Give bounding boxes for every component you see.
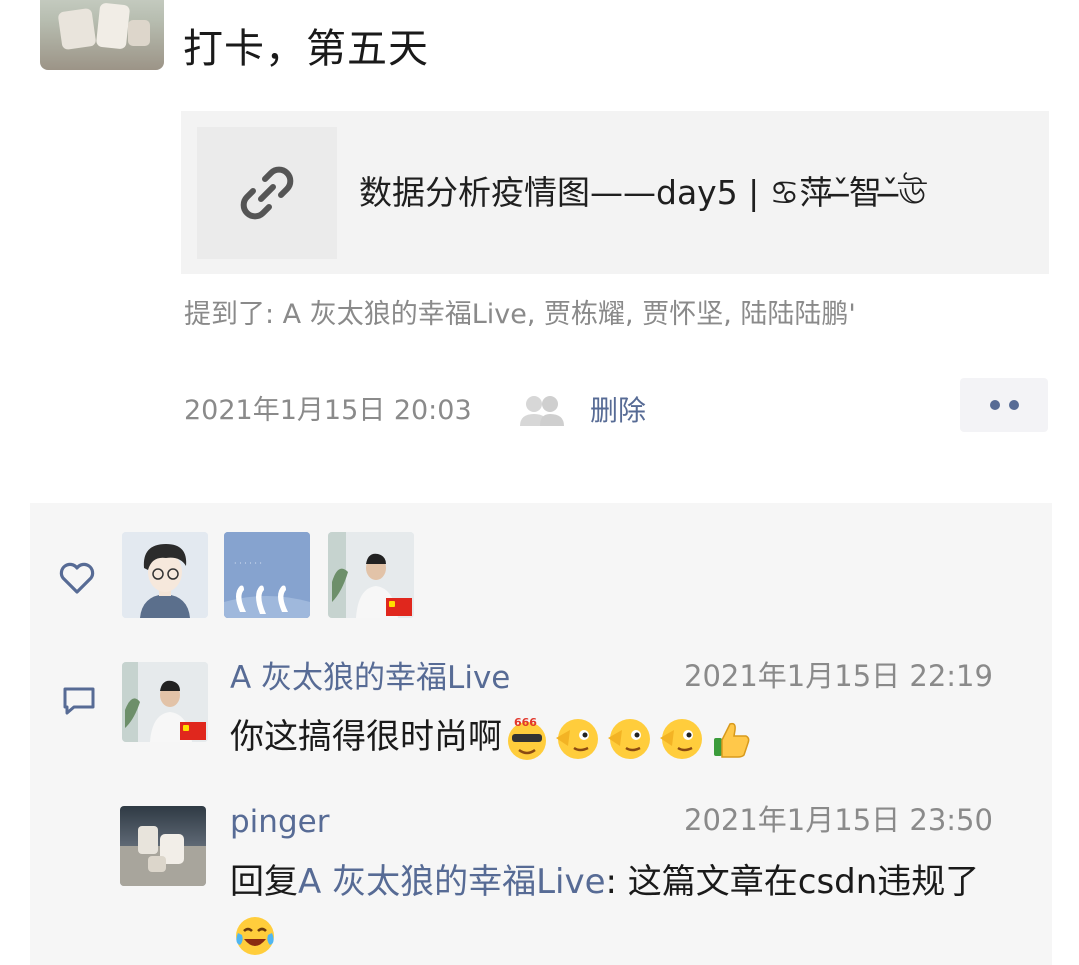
post-author-avatar[interactable]	[40, 0, 164, 70]
reply-prefix: 回复	[230, 862, 298, 902]
more-dot-icon	[989, 400, 1000, 410]
thumbs-up-emoji	[714, 722, 750, 758]
liker-avatar[interactable]	[122, 532, 208, 618]
liker-avatar[interactable]	[328, 532, 414, 618]
visibility-people-icon[interactable]	[518, 394, 566, 428]
post-timestamp: 2021年1月15日 20:03	[184, 395, 472, 426]
post-text: 打卡，第五天	[183, 26, 429, 72]
commenter-name[interactable]: pinger	[230, 800, 329, 844]
shared-link-card[interactable]: 数据分析疫情图——day5 | ♋萍ˇ̶智ˇ̶ঊ	[181, 111, 1049, 274]
china-flag-icon	[180, 722, 206, 740]
comment-text[interactable]: 你这搞得很时尚啊 666	[230, 711, 754, 763]
liker-avatar[interactable]: · · · · · ·	[224, 532, 310, 618]
comment-body: : 这篇文章在csdn违规了	[605, 862, 980, 902]
commenter-name[interactable]: A 灰太狼的幸福Live	[230, 656, 510, 700]
svg-text:· · · · · ·: · · · · · ·	[234, 559, 262, 568]
reply-target-name[interactable]: A 灰太狼的幸福Live	[298, 862, 606, 902]
wink-emoji	[556, 718, 598, 759]
link-title: 数据分析疫情图——day5 | ♋萍ˇ̶智ˇ̶ঊ	[359, 173, 927, 212]
link-thumbnail	[197, 127, 337, 259]
heart-icon	[59, 562, 95, 594]
commenter-avatar[interactable]	[122, 662, 208, 742]
delete-button[interactable]: 删除	[590, 390, 646, 432]
svg-text:666: 666	[514, 716, 537, 729]
comment-text[interactable]: 回复A 灰太狼的幸福Live: 这篇文章在csdn违规了	[230, 856, 1020, 960]
more-actions-button[interactable]	[960, 378, 1048, 432]
laugh-cry-emoji	[236, 916, 274, 955]
wink-emoji	[660, 718, 702, 759]
commenter-avatar[interactable]	[120, 806, 206, 886]
wink-emoji	[608, 718, 650, 759]
china-flag-icon	[386, 598, 412, 616]
666-cool-emoji: 666	[508, 716, 546, 760]
link-icon	[240, 166, 294, 220]
comment-timestamp: 2021年1月15日 23:50	[684, 803, 993, 837]
more-dot-icon	[1008, 400, 1019, 410]
comment-icon	[63, 687, 95, 715]
mentioned-users[interactable]: 提到了: A 灰太狼的幸福Live, 贾栋耀, 贾怀坚, 陆陆陆鹏'	[184, 294, 856, 336]
comment-timestamp: 2021年1月15日 22:19	[684, 659, 993, 693]
comment-body: 你这搞得很时尚啊	[230, 717, 502, 757]
